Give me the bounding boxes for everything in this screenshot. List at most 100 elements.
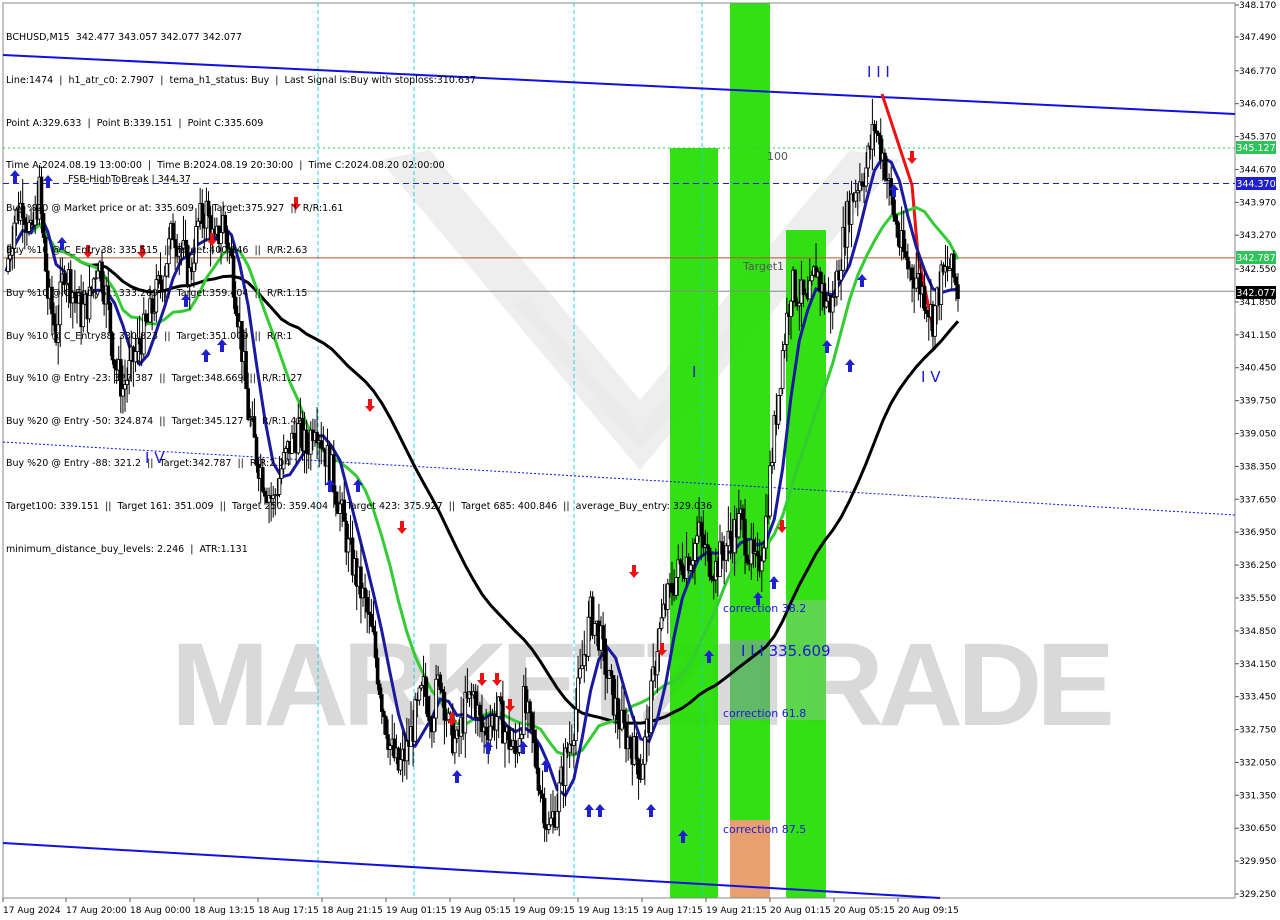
candle-body [895, 220, 900, 238]
candle-body [640, 763, 645, 780]
candle-body [434, 678, 438, 719]
candle-body [893, 214, 898, 222]
candle-body [922, 286, 927, 311]
candle-body [507, 726, 511, 750]
y-tick-label: 342.550 [1239, 265, 1276, 275]
candle-body [891, 195, 896, 216]
y-tick-label: 336.950 [1239, 528, 1276, 538]
candle-body [864, 167, 868, 187]
correction-875-label: correction 87.5 [723, 823, 806, 836]
candle-body [793, 269, 797, 303]
candle-body [576, 677, 580, 710]
y-tick-label: 334.150 [1239, 660, 1276, 670]
y-tick-label: 332.750 [1239, 726, 1276, 736]
x-tick-label: 20 Aug 01:15 [770, 906, 831, 916]
x-tick-label: 18 Aug 17:15 [258, 906, 319, 916]
price-tag-342077: 342.077 [1236, 286, 1276, 299]
y-tick-label: 346.070 [1239, 100, 1276, 110]
candle-body [743, 519, 747, 556]
candle-body [578, 668, 582, 679]
x-tick-label: 19 Aug 09:15 [514, 906, 575, 916]
x-tick-label: 19 Aug 13:15 [578, 906, 639, 916]
wave-iii-value-label: I I I 335.609 [741, 642, 831, 660]
info-line: minimum_distance_buy_levels: 2.246 | ATR… [6, 543, 248, 555]
candle-body [853, 192, 858, 202]
y-tick-label: 329.950 [1239, 857, 1276, 867]
candle-body [636, 758, 641, 779]
y-tick-label: 338.350 [1239, 462, 1276, 472]
info-line: Buy %10 @ Entry -23: 327.387 || Target:3… [6, 373, 303, 385]
y-tick-label: 339.050 [1239, 430, 1276, 440]
candle-body [509, 746, 514, 750]
x-tick-label: 20 Aug 09:15 [898, 906, 959, 916]
y-tick-label: 335.550 [1239, 594, 1276, 604]
candle-body [839, 269, 843, 281]
candle-body [860, 181, 864, 186]
candle-body [609, 670, 614, 676]
buy-arrow [646, 804, 656, 817]
y-tick-label: 339.750 [1239, 397, 1276, 407]
price-tag-345127: 345.127 [1236, 141, 1276, 154]
candle-body [432, 717, 436, 733]
candle-body [498, 696, 503, 702]
correction-382-label: correction 38.2 [723, 602, 806, 615]
candle-body [494, 716, 499, 731]
sell-arrow [907, 151, 917, 164]
candle-body [382, 711, 386, 718]
price-tag-342787: 342.787 [1236, 251, 1276, 264]
x-tick-label: 19 Aug 01:15 [386, 906, 447, 916]
target-zone-3 [786, 230, 826, 898]
buy-arrow [595, 804, 605, 817]
candle-body [709, 575, 714, 580]
y-tick-label: 348.170 [1239, 1, 1276, 11]
candle-body [789, 300, 793, 317]
candle-body [830, 296, 835, 313]
wave-iii-top-label: I I I [867, 63, 890, 81]
hundred-label: 100 [767, 150, 788, 163]
candle-body [807, 280, 812, 300]
info-line: Buy %10 @ C_Entry38: 335.515 || Target:4… [6, 245, 308, 257]
candle-body [649, 680, 653, 734]
candle-body [776, 395, 781, 425]
candle-body [883, 152, 887, 180]
candle-body [528, 701, 532, 714]
y-tick-label: 346.770 [1239, 67, 1276, 77]
info-line: Buy %10 @ C_Entry88: 330.823 || Target:3… [6, 330, 293, 342]
candle-body [724, 545, 729, 561]
candle-body [770, 462, 774, 467]
candle-body [572, 740, 576, 746]
candle-body [666, 583, 670, 610]
y-tick-label: 340.450 [1239, 364, 1276, 374]
candle-body [956, 284, 960, 300]
candle-body [371, 625, 376, 633]
info-line: Buy %20 @ Entry -50: 324.874 || Target:3… [6, 415, 303, 427]
candle-body [914, 277, 919, 289]
candle-body [417, 687, 422, 701]
svg-text:342.787: 342.787 [1236, 253, 1275, 264]
candle-body [453, 737, 457, 754]
info-line: Target100: 339.151 || Target 161: 351.00… [6, 500, 713, 512]
candle-body [764, 515, 768, 549]
candle-body [824, 300, 829, 308]
candle-body [643, 736, 647, 765]
y-tick-label: 344.670 [1239, 165, 1276, 175]
candle-body [379, 694, 384, 712]
candle-body [759, 560, 764, 572]
candle-body [603, 638, 607, 675]
candle-body [423, 676, 428, 697]
y-tick-label: 343.970 [1239, 198, 1276, 208]
candle-body [534, 742, 539, 769]
y-tick-label: 330.650 [1239, 824, 1276, 834]
target1-label: Target1 [742, 260, 784, 273]
candle-body [388, 745, 392, 750]
candle-body [904, 251, 908, 258]
candle-body [906, 256, 910, 270]
candle-body [655, 651, 660, 676]
svg-text:342.077: 342.077 [1236, 288, 1275, 299]
candle-body [557, 782, 562, 812]
candle-body [530, 712, 534, 731]
buy-arrow [769, 576, 779, 589]
candle-body [615, 697, 620, 721]
candle-body [785, 312, 789, 345]
candle-body [745, 554, 749, 563]
